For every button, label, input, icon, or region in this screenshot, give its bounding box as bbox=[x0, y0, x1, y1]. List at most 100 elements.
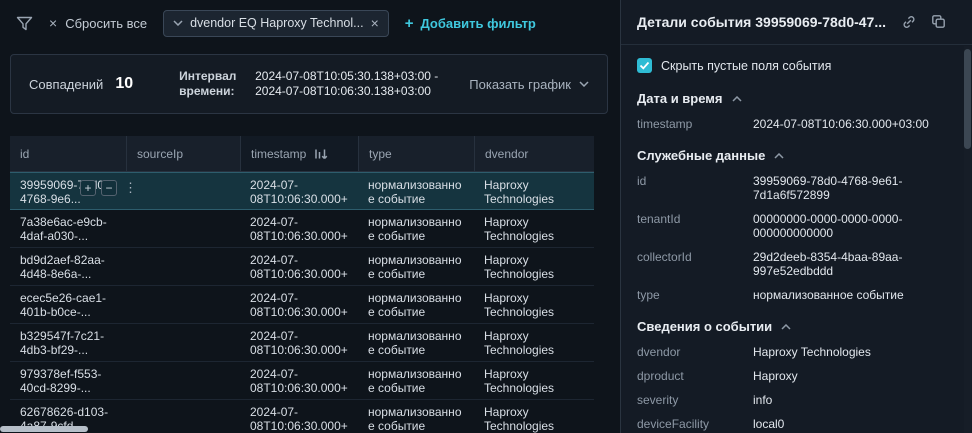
detail-field: timestamp 2024-07-08T10:06:30.000+03:00 bbox=[621, 112, 972, 136]
field-label: collectorId bbox=[637, 250, 692, 264]
cell-dvendor: Haproxy Technologies bbox=[484, 329, 555, 357]
section-title: Сведения о событии bbox=[637, 319, 773, 334]
cell-timestamp: 2024-07-08T10:06:30.000+… bbox=[250, 291, 348, 319]
column-label: sourceIp bbox=[137, 146, 184, 161]
filter-toolbar: × Сбросить все dvendor EQ Haproxy Techno… bbox=[0, 0, 620, 46]
cell-dvendor: Haproxy Technologies bbox=[484, 291, 555, 319]
cell-dvendor: Haproxy Technologies bbox=[484, 215, 555, 243]
cell-type: нормализованное событие bbox=[368, 367, 462, 395]
table-row[interactable]: 62678626-d103-4a87-9cfd-... 2024-07-08T1… bbox=[10, 400, 594, 433]
cell-timestamp: 2024-07-08T10:06:30.000+… bbox=[250, 178, 348, 206]
detail-field: id 39959069-78d0-4768-9e61-7d1a6f572899 bbox=[621, 169, 972, 207]
table-row[interactable]: 39959069-78d0-4768-9e6... 2024-07-08T10:… bbox=[10, 172, 594, 210]
table-row[interactable]: bd9d2aef-82aa-4d48-8e6a-... 2024-07-08T1… bbox=[10, 248, 594, 286]
matches-count: 10 bbox=[115, 75, 134, 92]
chevron-up-icon[interactable] bbox=[781, 323, 791, 330]
column-header-type[interactable]: type bbox=[358, 136, 474, 171]
table-row[interactable]: 979378ef-f553-40cd-8299-... 2024-07-08T1… bbox=[10, 362, 594, 400]
hide-empty-fields-toggle[interactable]: Скрыть пустые поля события bbox=[621, 45, 972, 79]
table-header: id sourceIp timestamp type dvendor bbox=[10, 136, 594, 172]
copy-icon[interactable] bbox=[931, 14, 946, 30]
column-header-id[interactable]: id bbox=[10, 136, 126, 171]
chevron-up-icon[interactable] bbox=[774, 152, 784, 159]
event-table: id sourceIp timestamp type dvendor 39959… bbox=[10, 136, 594, 433]
cell-timestamp: 2024-07-08T10:06:30.000+… bbox=[250, 329, 348, 357]
details-actions bbox=[901, 14, 956, 30]
filter-chip[interactable]: dvendor EQ Haproxy Technol... × bbox=[163, 9, 389, 37]
chip-close-icon[interactable]: × bbox=[371, 16, 379, 30]
vertical-scrollbar-thumb[interactable] bbox=[964, 49, 971, 149]
field-value: Haproxy Technologies bbox=[753, 345, 871, 359]
close-icon: × bbox=[49, 15, 58, 31]
field-value: 39959069-78d0-4768-9e61-7d1a6f572899 bbox=[753, 174, 903, 202]
show-chart-label: Показать график bbox=[469, 76, 571, 92]
cell-id: b329547f-7c21-4db3-bf29-... bbox=[20, 329, 105, 357]
details-title: Детали события 39959069-78d0-47... bbox=[637, 14, 887, 30]
cell-id: 979378ef-f553-40cd-8299-... bbox=[20, 367, 102, 395]
details-panel: Детали события 39959069-78d0-47... Скрыт… bbox=[620, 0, 972, 433]
horizontal-scrollbar-thumb[interactable] bbox=[0, 426, 88, 432]
cell-dvendor: Haproxy Technologies bbox=[484, 367, 555, 395]
field-label: id bbox=[637, 174, 647, 188]
add-filter-button[interactable]: + Добавить фильтр bbox=[405, 16, 536, 31]
cell-type: нормализованное событие bbox=[368, 329, 462, 357]
expand-row-button[interactable]: + bbox=[80, 180, 96, 196]
cell-type: нормализованное событие bbox=[368, 178, 462, 206]
field-value: нормализованное событие bbox=[753, 288, 904, 302]
field-label: dproduct bbox=[637, 369, 684, 383]
section-header-service-data[interactable]: Служебные данные bbox=[621, 136, 972, 169]
column-header-timestamp[interactable]: timestamp bbox=[240, 136, 358, 171]
interval-value: 2024-07-08T10:05:30.138+03:00 - 2024-07-… bbox=[255, 69, 439, 98]
cell-id: bd9d2aef-82aa-4d48-8e6a-... bbox=[20, 253, 105, 281]
plus-icon: + bbox=[404, 14, 414, 32]
chevron-up-icon[interactable] bbox=[731, 95, 742, 102]
time-interval: Интервал времени: 2024-07-08T10:05:30.13… bbox=[179, 69, 460, 99]
table-row[interactable]: 7a38e6ac-e9cb-4daf-a030-... 2024-07-08T1… bbox=[10, 210, 594, 248]
reset-all-button[interactable]: × Сбросить все bbox=[49, 16, 147, 31]
column-label: timestamp bbox=[251, 146, 307, 161]
table-row[interactable]: b329547f-7c21-4db3-bf29-... 2024-07-08T1… bbox=[10, 324, 594, 362]
link-icon[interactable] bbox=[901, 14, 917, 30]
column-header-sourceip[interactable]: sourceIp bbox=[126, 136, 240, 171]
detail-field: dvendor Haproxy Technologies bbox=[621, 340, 972, 364]
collapse-row-button[interactable]: − bbox=[101, 180, 117, 196]
chevron-down-icon bbox=[579, 81, 589, 87]
detail-field: type нормализованное событие bbox=[621, 283, 972, 307]
field-label: timestamp bbox=[637, 117, 693, 131]
interval-label: Интервал времени: bbox=[179, 69, 237, 98]
matches-label: Совпадений bbox=[29, 76, 104, 92]
detail-field: tenantId 00000000-0000-0000-0000-0000000… bbox=[621, 207, 972, 245]
table-row[interactable]: ecec5e26-cae1-401b-b0ce-... 2024-07-08T1… bbox=[10, 286, 594, 324]
column-header-dvendor[interactable]: dvendor bbox=[474, 136, 594, 171]
detail-field: severity info bbox=[621, 388, 972, 412]
cell-type: нормализованное событие bbox=[368, 405, 462, 433]
row-menu-icon[interactable]: ⋮ bbox=[124, 180, 137, 196]
section-header-event-info[interactable]: Сведения о событии bbox=[621, 307, 972, 340]
show-chart-button[interactable]: Показать график bbox=[469, 77, 589, 92]
field-value: 00000000-0000-0000-0000-000000000000 bbox=[753, 212, 903, 240]
filter-icon[interactable] bbox=[16, 16, 33, 31]
cell-type: нормализованное событие bbox=[368, 215, 462, 243]
results-summary: Совпадений 10 Интервал времени: 2024-07-… bbox=[10, 54, 608, 114]
detail-field: dproduct Haproxy bbox=[621, 364, 972, 388]
filter-chip-label: dvendor EQ Haproxy Technol... bbox=[190, 16, 364, 30]
cell-type: нормализованное событие bbox=[368, 253, 462, 281]
field-label: severity bbox=[637, 393, 679, 407]
detail-field: collectorId 29d2deeb-8354-4baa-89aa-997e… bbox=[621, 245, 972, 283]
cell-dvendor: Haproxy Technologies bbox=[484, 253, 555, 281]
field-label: dvendor bbox=[637, 345, 681, 359]
matches: Совпадений 10 bbox=[29, 75, 133, 93]
cell-id: 7a38e6ac-e9cb-4daf-a030-... bbox=[20, 215, 107, 243]
field-value: 29d2deeb-8354-4baa-89aa-997e52edbddd bbox=[753, 250, 903, 278]
vertical-scrollbar[interactable] bbox=[964, 46, 971, 433]
checkbox-checked-icon[interactable] bbox=[637, 58, 652, 73]
field-value: 2024-07-08T10:06:30.000+03:00 bbox=[753, 117, 929, 131]
section-header-datetime[interactable]: Дата и время bbox=[621, 79, 972, 112]
detail-field: deviceFacility local0 bbox=[621, 412, 972, 433]
cell-timestamp: 2024-07-08T10:06:30.000+… bbox=[250, 367, 348, 395]
add-filter-label: Добавить фильтр bbox=[420, 15, 536, 31]
column-label: type bbox=[369, 146, 392, 161]
event-viewer: × Сбросить все dvendor EQ Haproxy Techno… bbox=[0, 0, 972, 433]
field-label: deviceFacility bbox=[637, 417, 710, 431]
field-value: Haproxy bbox=[753, 369, 798, 383]
